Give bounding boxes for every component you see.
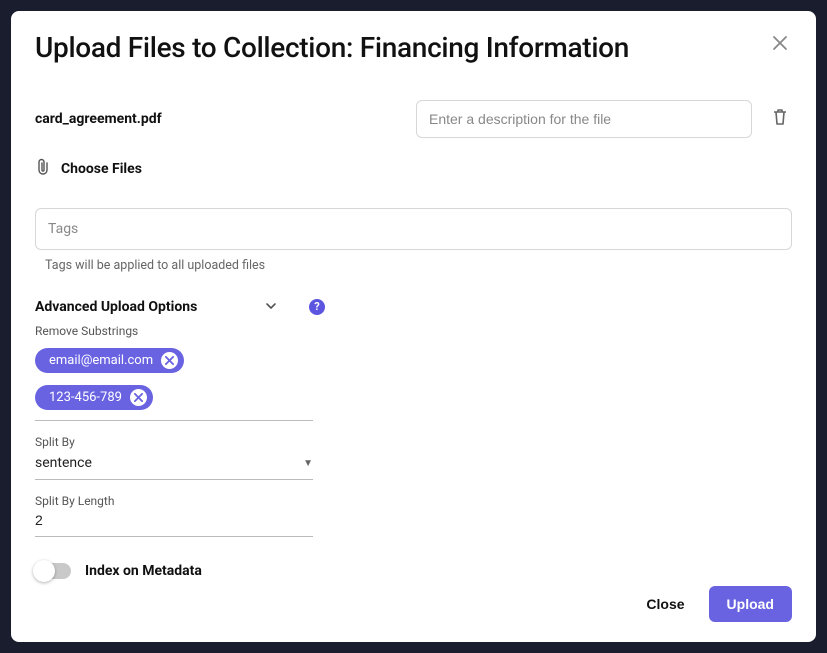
remove-substrings-label: Remove Substrings bbox=[35, 324, 792, 338]
upload-modal: Upload Files to Collection: Financing In… bbox=[11, 11, 816, 642]
upload-button[interactable]: Upload bbox=[709, 586, 792, 622]
chip-label: email@email.com bbox=[49, 353, 153, 368]
tags-note: Tags will be applied to all uploaded fil… bbox=[45, 258, 792, 273]
split-by-length-field: Split By Length bbox=[35, 494, 313, 537]
toggle-knob bbox=[33, 560, 55, 582]
index-metadata-toggle[interactable] bbox=[35, 563, 71, 579]
split-by-select[interactable]: sentence ▼ bbox=[35, 449, 313, 480]
split-by-length-label: Split By Length bbox=[35, 494, 313, 508]
split-by-length-input[interactable] bbox=[35, 508, 313, 537]
chip-remove-icon[interactable] bbox=[130, 389, 147, 406]
tags-placeholder: Tags bbox=[48, 221, 78, 237]
modal-footer: Close Upload bbox=[35, 586, 792, 622]
choose-files-label: Choose Files bbox=[61, 161, 142, 177]
choose-files-button[interactable]: Choose Files bbox=[35, 158, 792, 180]
paperclip-icon bbox=[35, 158, 51, 180]
chip-remove-icon[interactable] bbox=[161, 352, 178, 369]
chip-label: 123-456-789 bbox=[49, 390, 122, 405]
chip: email@email.com bbox=[35, 348, 184, 373]
close-icon[interactable] bbox=[768, 31, 792, 55]
file-row: card_agreement.pdf bbox=[35, 100, 792, 138]
index-metadata-row: Index on Metadata bbox=[35, 563, 792, 579]
tags-input[interactable]: Tags bbox=[35, 208, 792, 250]
remove-substrings-field[interactable]: email@email.com 123-456-789 bbox=[35, 348, 313, 421]
trash-icon[interactable] bbox=[768, 104, 792, 134]
caret-down-icon: ▼ bbox=[303, 458, 313, 469]
file-name: card_agreement.pdf bbox=[35, 111, 400, 127]
split-by-field: Split By sentence ▼ bbox=[35, 435, 313, 480]
help-icon[interactable]: ? bbox=[309, 299, 325, 315]
split-by-label: Split By bbox=[35, 435, 313, 449]
chip: 123-456-789 bbox=[35, 385, 153, 410]
file-description-input[interactable] bbox=[416, 100, 752, 138]
close-button[interactable]: Close bbox=[638, 586, 692, 622]
modal-title: Upload Files to Collection: Financing In… bbox=[35, 31, 629, 64]
modal-header: Upload Files to Collection: Financing In… bbox=[35, 31, 792, 64]
index-metadata-label: Index on Metadata bbox=[85, 563, 202, 579]
advanced-options-toggle[interactable]: Advanced Upload Options ? bbox=[35, 297, 792, 316]
chevron-down-icon bbox=[265, 297, 277, 316]
advanced-options-label: Advanced Upload Options bbox=[35, 299, 255, 315]
split-by-value: sentence bbox=[35, 455, 92, 471]
